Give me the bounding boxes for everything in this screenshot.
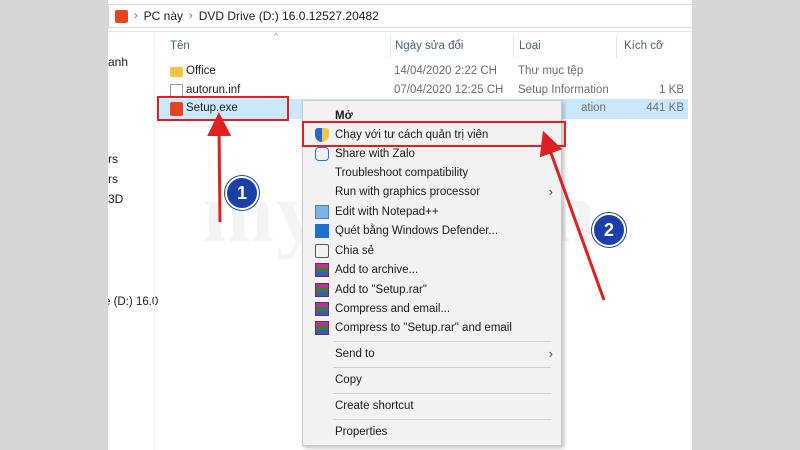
address-bar[interactable]: › PC này › DVD Drive (D:) 16.0.12527.204… xyxy=(108,0,692,32)
menu-item-label: Create shortcut xyxy=(335,400,414,412)
menu-item-copy[interactable]: Copy xyxy=(305,371,559,390)
menu-item-send-to[interactable]: Send to › xyxy=(305,345,559,364)
file-date: 07/04/2020 12:25 CH xyxy=(394,84,504,96)
menu-item-label: Edit with Notepad++ xyxy=(335,206,439,218)
menu-item-label: Share with Zalo xyxy=(335,148,415,160)
folder-icon xyxy=(170,67,183,77)
menu-item-label: Compress to "Setup.rar" and email xyxy=(335,322,512,334)
step-badge-2: 2 xyxy=(592,213,626,247)
file-date: 14/04/2020 2:22 CH xyxy=(394,65,497,77)
menu-item-label: Quét bằng Windows Defender... xyxy=(335,225,499,237)
menu-separator xyxy=(333,419,551,420)
nav-item-dvd-drive[interactable]: e (D:) 16.0 xyxy=(108,296,158,308)
highlight-run-as-admin xyxy=(302,121,566,147)
menu-item-label: Add to archive... xyxy=(335,264,419,276)
winrar-icon xyxy=(315,263,329,277)
column-header-type[interactable]: Loại xyxy=(519,40,541,52)
menu-item-compress-setup-email[interactable]: Compress to "Setup.rar" and email xyxy=(305,319,559,338)
chevron-right-icon: › xyxy=(548,184,553,199)
notepad-icon xyxy=(315,205,329,219)
winrar-icon xyxy=(315,302,329,316)
menu-item-label: Chia sẻ xyxy=(335,245,374,257)
menu-item-label: Copy xyxy=(335,374,362,386)
breadcrumb-dvd-drive[interactable]: DVD Drive (D:) 16.0.12527.20482 xyxy=(199,9,379,23)
menu-item-share-zalo[interactable]: Share with Zalo xyxy=(305,145,559,164)
column-header-date[interactable]: Ngày sửa đổi xyxy=(395,40,463,52)
menu-item-defender[interactable]: Quét bằng Windows Defender... xyxy=(305,222,559,241)
winrar-icon xyxy=(315,283,329,297)
screenshot-stage: › PC này › DVD Drive (D:) 16.0.12527.204… xyxy=(0,0,800,450)
menu-separator xyxy=(333,367,551,368)
file-name: autorun.inf xyxy=(186,84,241,96)
file-size: 441 KB xyxy=(646,102,684,114)
menu-item-properties[interactable]: Properties xyxy=(305,423,559,442)
menu-item-create-shortcut[interactable]: Create shortcut xyxy=(305,397,559,416)
menu-item-run-graphics[interactable]: Run with graphics processor › xyxy=(305,183,559,202)
address-box[interactable]: › PC này › DVD Drive (D:) 16.0.12527.204… xyxy=(108,4,692,28)
file-name: Office xyxy=(186,65,216,77)
menu-item-share[interactable]: Chia sẻ xyxy=(305,242,559,261)
share-icon xyxy=(315,244,329,258)
step-badge-1: 1 xyxy=(225,176,259,210)
menu-item-label: Compress and email... xyxy=(335,303,451,315)
menu-item-label: Run with graphics processor xyxy=(335,186,481,198)
menu-item-notepad[interactable]: Edit with Notepad++ xyxy=(305,203,559,222)
menu-item-label: Properties xyxy=(335,426,388,438)
menu-item-troubleshoot[interactable]: Troubleshoot compatibility xyxy=(305,164,559,183)
highlight-setup-exe xyxy=(157,96,289,121)
defender-icon xyxy=(315,224,329,238)
breadcrumb-pc[interactable]: PC này xyxy=(144,9,183,23)
menu-item-label: Send to xyxy=(335,348,375,360)
file-size: 1 KB xyxy=(659,84,684,96)
chevron-right-icon: › xyxy=(134,10,138,22)
office-icon xyxy=(115,9,128,23)
file-row[interactable]: Office 14/04/2020 2:22 CH Thư mục tệp xyxy=(158,62,688,82)
column-divider[interactable] xyxy=(390,36,391,58)
column-header-name[interactable]: Tên xyxy=(170,40,190,52)
chevron-right-icon: › xyxy=(548,346,553,361)
file-type: ation xyxy=(581,102,606,114)
file-type: Setup Information xyxy=(518,84,609,96)
menu-item-compress-email[interactable]: Compress and email... xyxy=(305,300,559,319)
menu-item-label: Troubleshoot compatibility xyxy=(335,167,469,179)
sort-up-icon: ^ xyxy=(274,31,279,41)
column-header-size[interactable]: Kích cỡ xyxy=(624,40,664,52)
menu-item-add-archive[interactable]: Add to archive... xyxy=(305,261,559,280)
menu-item-label: Add to "Setup.rar" xyxy=(335,284,427,296)
chevron-right-icon: › xyxy=(189,10,193,22)
zalo-icon xyxy=(315,147,329,161)
column-divider[interactable] xyxy=(616,36,617,58)
menu-separator xyxy=(333,393,551,394)
context-menu: Mở Chạy với tư cách quản trị viên Share … xyxy=(302,100,562,446)
column-divider[interactable] xyxy=(513,36,514,58)
nav-item[interactable]: anh xyxy=(108,55,128,69)
menu-separator xyxy=(333,341,551,342)
file-type: Thư mục tệp xyxy=(518,65,584,77)
winrar-icon xyxy=(315,321,329,335)
menu-item-add-setup-rar[interactable]: Add to "Setup.rar" xyxy=(305,281,559,300)
